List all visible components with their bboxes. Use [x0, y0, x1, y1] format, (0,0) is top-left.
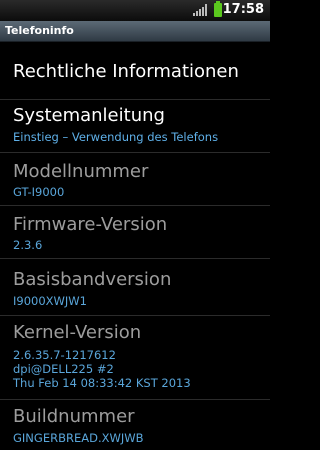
kernel-version-line: 2.6.35.7-1217612	[13, 348, 116, 362]
list-item-value: 2.3.6	[13, 238, 43, 252]
list-item-label: Modellnummer	[13, 161, 149, 182]
list-item-value: 2.6.35.7-1217612 dpi@DELL225 #2 Thu Feb …	[13, 348, 191, 390]
list-item-baseband-version: Basisbandversion I9000XWJW1	[0, 259, 270, 316]
title-bar: Telefoninfo	[0, 21, 270, 42]
kernel-build-host-line: dpi@DELL225 #2	[13, 362, 114, 376]
list-item-firmware-version[interactable]: Firmware-Version 2.3.6	[0, 206, 270, 259]
list-item-label: Rechtliche Informationen	[13, 61, 239, 82]
page-title: Telefoninfo	[5, 24, 74, 37]
list-item-label: Kernel-Version	[13, 322, 142, 343]
battery-icon	[214, 1, 222, 17]
kernel-build-date-line: Thu Feb 14 08:33:42 KST 2013	[13, 376, 191, 390]
list-item-system-manual[interactable]: Systemanleitung Einstieg – Verwendung de…	[0, 100, 270, 153]
list-item-summary: Einstieg – Verwendung des Telefons	[13, 130, 219, 144]
list-item-build-number: Buildnummer GINGERBREAD.XWJWB	[0, 400, 270, 450]
list-item-kernel-version: Kernel-Version 2.6.35.7-1217612 dpi@DELL…	[0, 316, 270, 400]
signal-bars-icon	[193, 4, 207, 16]
list-item-label: Systemanleitung	[13, 105, 165, 126]
list-item-model-number: Modellnummer GT-I9000	[0, 153, 270, 206]
list-item-value: GINGERBREAD.XWJWB	[13, 431, 144, 445]
status-time: 17:58	[222, 2, 264, 17]
list-item-value: GT-I9000	[13, 185, 65, 199]
list-item-value: I9000XWJW1	[13, 294, 87, 308]
settings-list: Rechtliche Informationen Systemanleitung…	[0, 43, 270, 450]
list-item-label: Firmware-Version	[13, 214, 168, 235]
list-item-label: Buildnummer	[13, 406, 135, 427]
list-item-legal-information[interactable]: Rechtliche Informationen	[0, 43, 270, 100]
list-item-label: Basisbandversion	[13, 269, 172, 290]
status-bar: 17:58	[0, 0, 270, 21]
